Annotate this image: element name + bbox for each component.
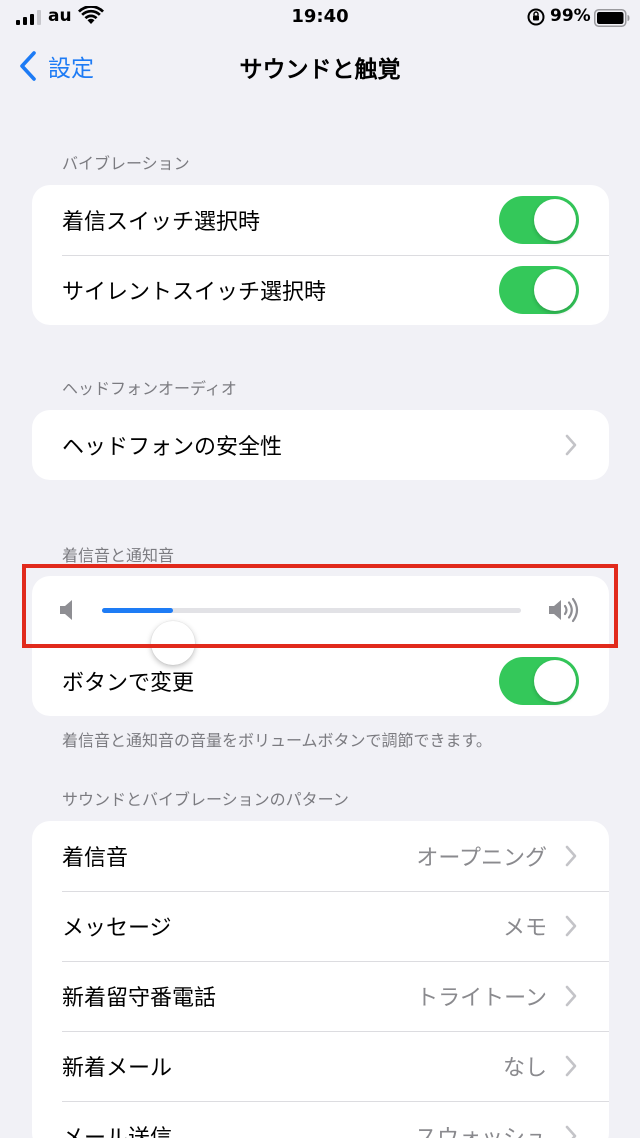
ringer-group: ボタンで変更 bbox=[32, 576, 609, 716]
volume-slider-fill bbox=[102, 608, 174, 613]
pattern-row-voicemail[interactable]: 新着留守番電話 トライトーン bbox=[32, 961, 609, 1031]
battery-icon bbox=[594, 9, 630, 27]
row-label: ヘッドフォンの安全性 bbox=[62, 435, 283, 460]
section-header-ringer: 着信音と通知音 bbox=[62, 546, 175, 565]
row-value: トライトーン bbox=[416, 986, 547, 1011]
row-value: メモ bbox=[502, 916, 547, 941]
row-label: メッセージ bbox=[62, 916, 172, 941]
chevron-right-icon bbox=[565, 1125, 577, 1138]
row-label: 着信音 bbox=[62, 846, 129, 871]
row-value: オープニング bbox=[416, 846, 547, 871]
status-bar: au 19:40 99% bbox=[0, 0, 640, 36]
change-with-buttons-row: ボタンで変更 bbox=[32, 646, 609, 716]
vibration-group: 着信スイッチ選択時 サイレントスイッチ選択時 bbox=[32, 185, 609, 325]
volume-slider[interactable] bbox=[102, 608, 521, 665]
row-label: 新着メール bbox=[62, 1056, 173, 1081]
section-header-vibration: バイブレーション bbox=[62, 154, 190, 173]
headphone-group: ヘッドフォンの安全性 bbox=[32, 410, 609, 480]
headphone-safety-row[interactable]: ヘッドフォンの安全性 bbox=[32, 410, 609, 480]
ringer-volume-row bbox=[32, 576, 609, 665]
row-label: 新着留守番電話 bbox=[62, 986, 217, 1011]
toggle-knob bbox=[534, 269, 576, 311]
toggle-knob bbox=[534, 199, 576, 241]
chevron-right-icon bbox=[565, 434, 577, 456]
section-header-headphone: ヘッドフォンオーディオ bbox=[62, 379, 237, 398]
row-value: スウォッシュ bbox=[415, 1120, 547, 1138]
row-label: サイレントスイッチ選択時 bbox=[62, 280, 327, 305]
pattern-row-ringtone[interactable]: 着信音 オープニング bbox=[32, 821, 609, 891]
pattern-row-text-tone[interactable]: メッセージ メモ bbox=[32, 891, 609, 961]
pattern-row-sent-mail[interactable]: メール送信 スウォッシュ bbox=[32, 1101, 609, 1138]
row-label: 着信スイッチ選択時 bbox=[62, 210, 261, 235]
patterns-group: 着信音 オープニング メッセージ メモ 新着留守番電話 トライトーン 新着メール… bbox=[32, 821, 609, 1138]
toggle-knob bbox=[534, 660, 576, 702]
speaker-low-icon bbox=[60, 600, 72, 620]
ring-switch-vibration-row: 着信スイッチ選択時 bbox=[32, 185, 609, 255]
silent-switch-vibration-row: サイレントスイッチ選択時 bbox=[32, 255, 609, 325]
section-header-patterns: サウンドとバイブレーションのパターン bbox=[62, 790, 349, 809]
row-label: メール送信 bbox=[62, 1120, 172, 1138]
pattern-row-new-mail[interactable]: 新着メール なし bbox=[32, 1031, 609, 1101]
chevron-right-icon bbox=[565, 1055, 577, 1077]
speaker-high-icon bbox=[549, 597, 579, 623]
ring-switch-vibration-toggle[interactable] bbox=[499, 196, 579, 244]
chevron-right-icon bbox=[565, 985, 577, 1007]
chevron-right-icon bbox=[565, 845, 577, 867]
row-label: ボタンで変更 bbox=[62, 671, 195, 696]
silent-switch-vibration-toggle[interactable] bbox=[499, 266, 579, 314]
chevron-right-icon bbox=[565, 915, 577, 937]
row-value: なし bbox=[502, 1056, 547, 1081]
battery-percentage: 99% bbox=[550, 6, 591, 26]
page-title: サウンドと触覚 bbox=[239, 57, 401, 83]
rotation-lock-icon bbox=[527, 8, 545, 26]
change-with-buttons-toggle[interactable] bbox=[499, 657, 579, 705]
ringer-footer-note: 着信音と通知音の音量をボリュームボタンで調節できます。 bbox=[62, 731, 492, 750]
